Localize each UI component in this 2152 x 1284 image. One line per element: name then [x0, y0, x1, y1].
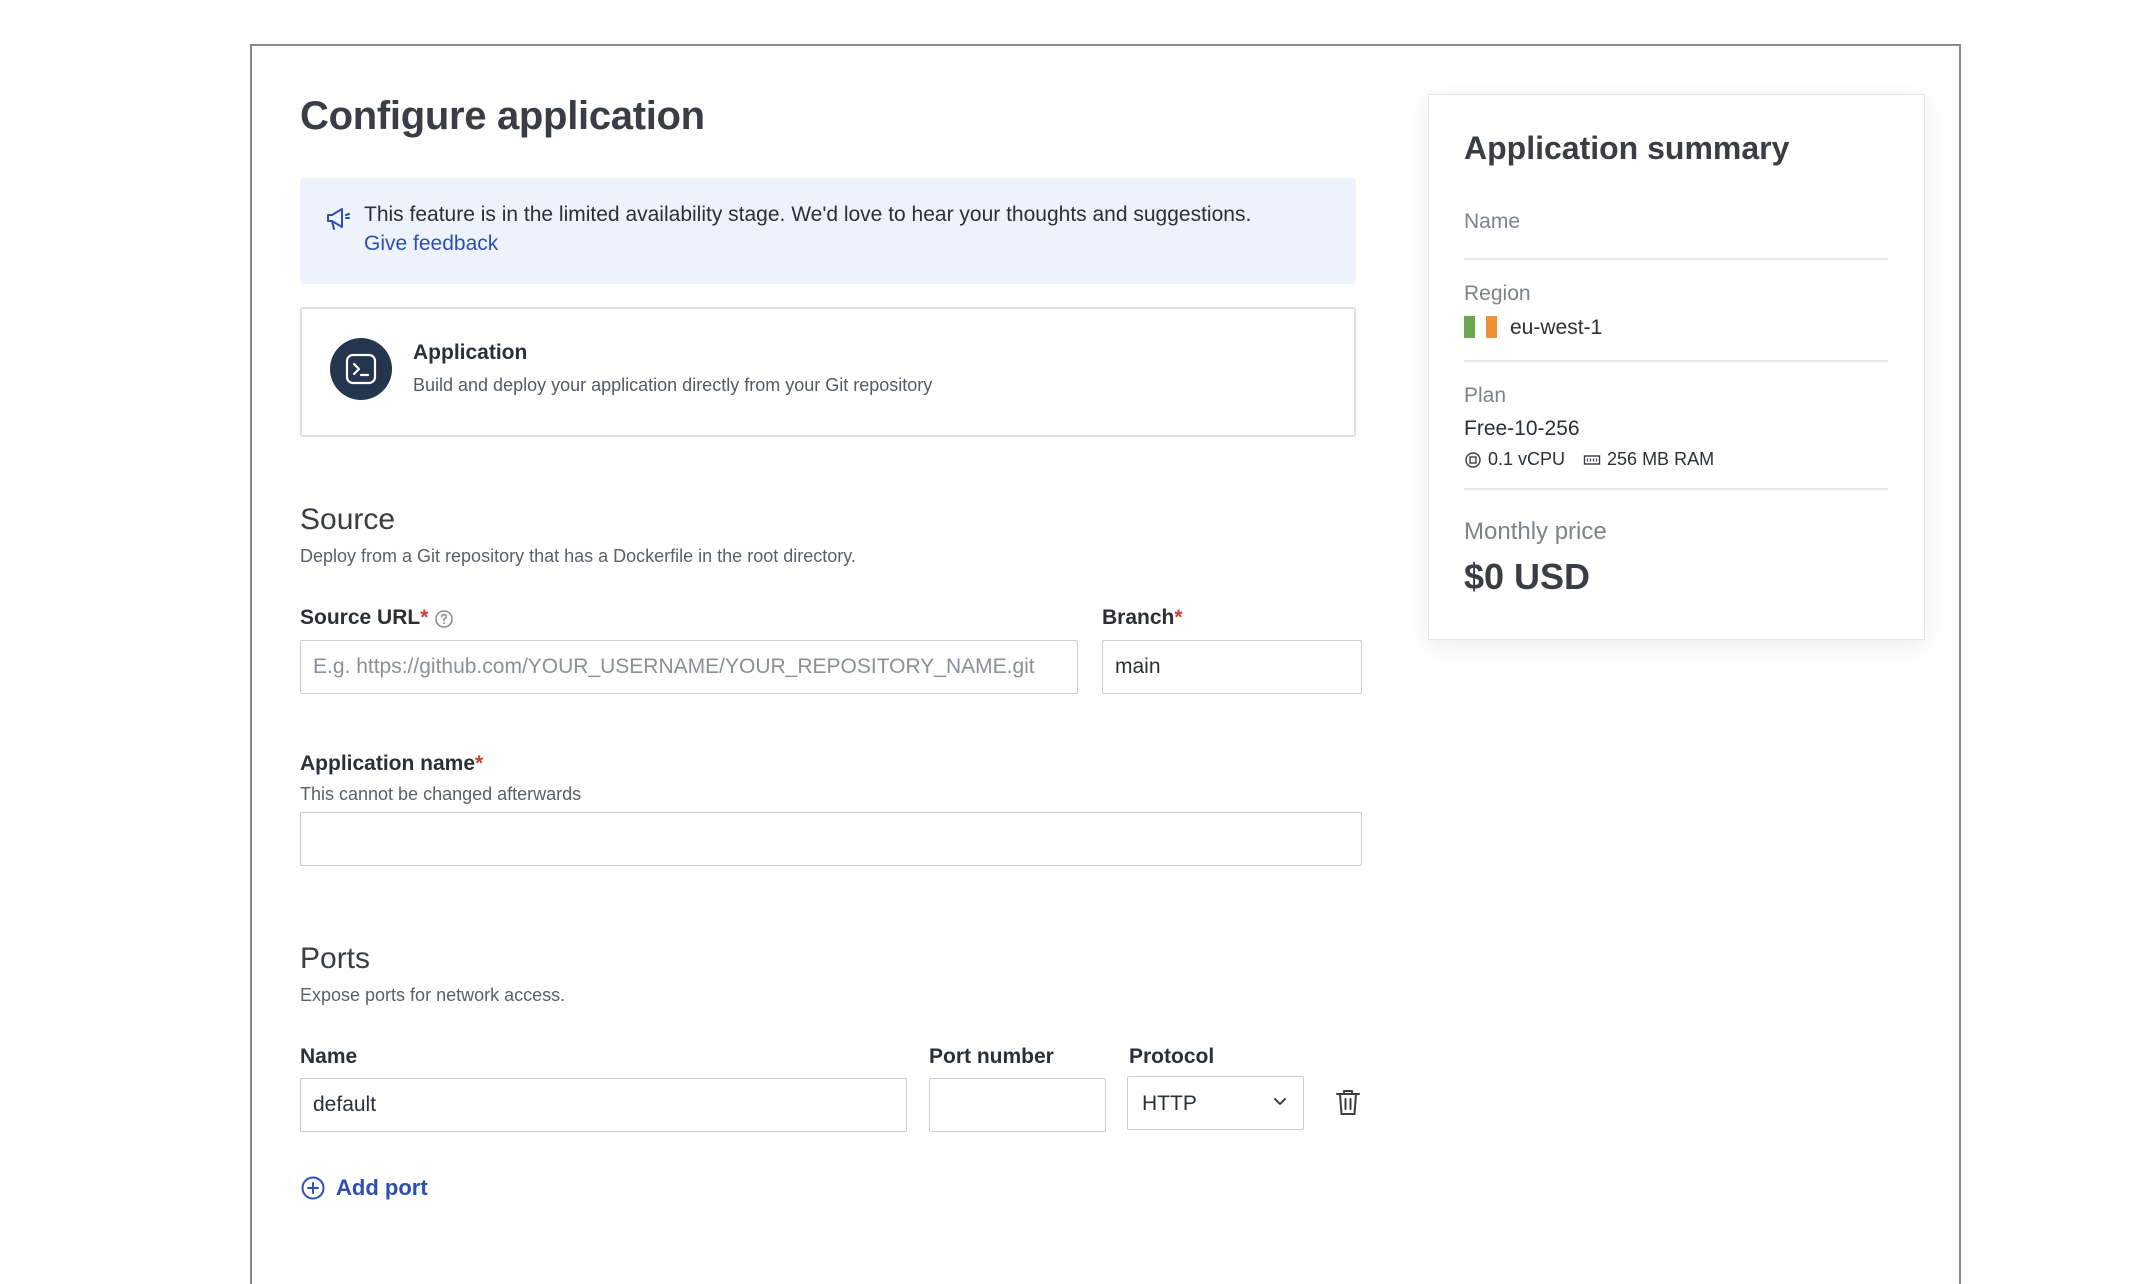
- summary-region-value: eu-west-1: [1510, 316, 1603, 339]
- ireland-flag-icon: [1464, 316, 1497, 338]
- help-icon[interactable]: [434, 609, 454, 629]
- summary-plan-value: Free-10-256: [1464, 417, 1580, 440]
- cpu-value: 0.1 vCPU: [1488, 449, 1566, 469]
- summary-region-label: Region: [1464, 282, 1531, 305]
- app-name-label-text: Application name: [300, 752, 476, 775]
- source-url-input[interactable]: [300, 640, 1078, 694]
- source-url-label-text: Source URL: [300, 606, 421, 629]
- required-mark: *: [420, 606, 429, 629]
- info-banner: [300, 178, 1356, 284]
- add-port-button[interactable]: Add port: [336, 1175, 428, 1201]
- required-mark: *: [1174, 606, 1183, 629]
- summary-name-label: Name: [1464, 210, 1521, 233]
- monthly-price-value: $0 USD: [1464, 556, 1591, 597]
- port-number-label: Port number: [929, 1045, 1054, 1068]
- port-name-input[interactable]: [300, 1078, 907, 1132]
- source-url-label: Source URL*: [300, 606, 428, 630]
- delete-port-icon[interactable]: [1334, 1087, 1362, 1117]
- summary-divider: [1464, 488, 1888, 490]
- ports-section-title: Ports: [300, 942, 371, 975]
- port-number-input[interactable]: [929, 1078, 1106, 1132]
- application-type-card[interactable]: [300, 307, 1356, 437]
- branch-input[interactable]: [1102, 640, 1362, 694]
- app-type-title: Application: [413, 341, 528, 364]
- plan-specs: 0.1 vCPU 256 MB RAM: [1464, 449, 1714, 470]
- summary-divider: [1464, 360, 1888, 362]
- protocol-label: Protocol: [1129, 1045, 1215, 1068]
- protocol-select-value: HTTP: [1142, 1092, 1197, 1115]
- app-name-label: Application name*: [300, 752, 483, 776]
- megaphone-icon: [327, 208, 350, 230]
- terminal-icon: [345, 353, 377, 385]
- cpu-icon: [1465, 451, 1481, 468]
- branch-label: Branch*: [1102, 606, 1183, 630]
- app-name-input[interactable]: [300, 812, 1362, 866]
- page-title: Configure application: [300, 94, 705, 138]
- summary-title: Application summary: [1464, 130, 1790, 166]
- ram-value: 256 MB RAM: [1607, 449, 1715, 469]
- give-feedback-link[interactable]: Give feedback: [364, 232, 498, 256]
- app-type-description: Build and deploy your application direct…: [413, 375, 933, 395]
- chevron-down-icon: [1274, 1098, 1286, 1105]
- branch-label-text: Branch: [1102, 606, 1175, 629]
- app-name-hint: This cannot be changed afterwards: [300, 784, 582, 804]
- port-name-label: Name: [300, 1045, 358, 1068]
- ports-section-subtitle: Expose ports for network access.: [300, 985, 566, 1005]
- source-section-subtitle: Deploy from a Git repository that has a …: [300, 546, 856, 566]
- add-circle-icon[interactable]: [300, 1175, 326, 1201]
- monthly-price-label: Monthly price: [1464, 518, 1607, 545]
- banner-text: This feature is in the limited availabil…: [364, 203, 1252, 226]
- memory-icon: [1583, 454, 1601, 465]
- summary-plan-label: Plan: [1464, 384, 1507, 407]
- summary-divider: [1464, 258, 1888, 260]
- source-section-title: Source: [300, 503, 396, 536]
- required-mark: *: [475, 752, 484, 775]
